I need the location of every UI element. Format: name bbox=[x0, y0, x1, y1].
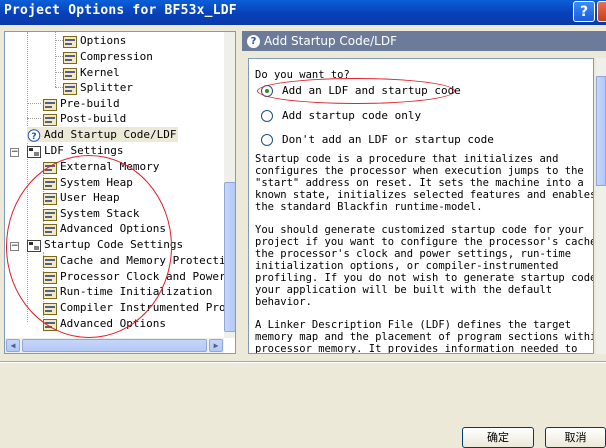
settings-page-icon bbox=[43, 98, 57, 111]
description-panel: Do you want to? Add an LDF and startup c… bbox=[248, 58, 594, 354]
tree-vertical-scrollbar[interactable] bbox=[224, 32, 235, 338]
panel-header: ? Add Startup Code/LDF bbox=[242, 31, 606, 51]
question-label: Do you want to? bbox=[255, 69, 350, 81]
tree-item-splitter[interactable]: Splitter bbox=[63, 80, 133, 95]
para1-line: configures the processor when execution … bbox=[255, 165, 584, 177]
radio-label: Add startup code only bbox=[282, 109, 422, 122]
close-button[interactable] bbox=[597, 1, 606, 22]
scroll-thumb[interactable] bbox=[224, 182, 235, 332]
tree-item-runtime-init[interactable]: Run-time Initialization bbox=[43, 284, 212, 299]
tree-item-external-memory[interactable]: External Memory bbox=[43, 159, 159, 174]
tree-item-kernel[interactable]: Kernel bbox=[63, 65, 120, 80]
settings-page-icon bbox=[43, 255, 57, 268]
settings-page-icon bbox=[43, 286, 57, 299]
tree-item-advanced-options-startup[interactable]: Advanced Options bbox=[43, 316, 166, 331]
radio-dont-add[interactable] bbox=[261, 134, 273, 146]
settings-page-icon bbox=[43, 192, 57, 205]
scroll-right-icon[interactable]: ▶ bbox=[209, 339, 223, 352]
tree-item-post-build[interactable]: Post-build bbox=[43, 111, 126, 126]
settings-page-icon bbox=[43, 302, 57, 315]
scroll-thumb[interactable] bbox=[22, 339, 207, 352]
help-button[interactable]: ? bbox=[573, 1, 595, 22]
help-circle-icon: ? bbox=[247, 35, 260, 48]
settings-page-icon bbox=[43, 271, 57, 284]
tree-item-cache-memory[interactable]: Cache and Memory Protectio bbox=[43, 253, 232, 268]
title-bar: Project Options for BF53x_LDF ? bbox=[0, 0, 606, 25]
para2-line: the processor's clock and power settings… bbox=[255, 248, 572, 260]
tree-item-ldf-settings[interactable]: LDF Settings bbox=[27, 143, 123, 158]
para1-line: known state, initializes selected featur… bbox=[255, 189, 594, 201]
tree-horizontal-scrollbar[interactable]: ◀ ▶ bbox=[5, 338, 224, 353]
para2-line: profiling. If you do not wish to generat… bbox=[255, 272, 594, 284]
settings-page-icon bbox=[43, 223, 57, 236]
collapse-toggle[interactable]: − bbox=[10, 148, 19, 157]
para3-line: A Linker Description File (LDF) defines … bbox=[255, 319, 572, 331]
para2-line: You should generate customized startup c… bbox=[255, 224, 584, 236]
settings-page-icon bbox=[43, 161, 57, 174]
radio-label: Don't add an LDF or startup code bbox=[282, 133, 494, 146]
para1-line: the standard Blackfin runtime-model. bbox=[255, 201, 483, 213]
para2-line: your application will be built with the … bbox=[255, 284, 553, 296]
tree-item-system-stack[interactable]: System Stack bbox=[43, 206, 139, 221]
help-circle-icon: ? bbox=[27, 128, 41, 142]
para2-line: initialization options, or compiler-inst… bbox=[255, 260, 559, 272]
settings-page-icon bbox=[63, 67, 77, 80]
panel-title: Add Startup Code/LDF bbox=[264, 34, 397, 48]
para2-line: behavior. bbox=[255, 296, 312, 308]
tree-item-startup-code-settings[interactable]: Startup Code Settings bbox=[27, 237, 183, 252]
para3-line: processor memory. It provides informatio… bbox=[255, 343, 578, 354]
tree-item-advanced-options-ldf[interactable]: Advanced Options bbox=[43, 221, 166, 236]
window-title: Project Options for BF53x_LDF bbox=[4, 3, 237, 18]
settings-page-icon bbox=[63, 35, 77, 48]
para2-line: project if you want to configure the pro… bbox=[255, 236, 594, 248]
svg-text:?: ? bbox=[31, 132, 36, 142]
tree-item-pre-build[interactable]: Pre-build bbox=[43, 96, 120, 111]
para1-line: Startup code is a procedure that initial… bbox=[255, 153, 559, 165]
settings-folder-icon bbox=[27, 145, 41, 158]
para3-line: memory map and the placement of program … bbox=[255, 331, 594, 343]
settings-page-icon bbox=[43, 177, 57, 190]
tree-item-user-heap[interactable]: User Heap bbox=[43, 190, 120, 205]
para1-line: "start" address on reset. It sets the ma… bbox=[255, 177, 584, 189]
scroll-left-icon[interactable]: ◀ bbox=[6, 339, 20, 352]
tree-item-compiler-profiling[interactable]: Compiler Instrumented Prof bbox=[43, 300, 232, 315]
radio-label: Add an LDF and startup code bbox=[282, 84, 461, 97]
tree-item-add-startup-code[interactable]: ? Add Startup Code/LDF bbox=[27, 127, 179, 142]
tree-item-options[interactable]: Options bbox=[63, 33, 126, 48]
collapse-toggle[interactable]: − bbox=[10, 242, 19, 251]
settings-folder-icon bbox=[27, 239, 41, 252]
ok-button[interactable]: 确定 bbox=[462, 427, 534, 448]
separator bbox=[0, 362, 606, 363]
tree-item-system-heap[interactable]: System Heap bbox=[43, 175, 133, 190]
options-tree: Options Compression Kernel Splitter Pre-… bbox=[4, 31, 236, 354]
scroll-thumb[interactable] bbox=[596, 76, 606, 186]
panel-vertical-scrollbar[interactable] bbox=[596, 58, 606, 354]
radio-startup-only[interactable] bbox=[261, 110, 273, 122]
tree-item-compression[interactable]: Compression bbox=[63, 49, 153, 64]
tree-item-processor-clock[interactable]: Processor Clock and Power S bbox=[43, 269, 235, 284]
settings-page-icon bbox=[63, 82, 77, 95]
settings-page-icon bbox=[63, 51, 77, 64]
cancel-button[interactable]: 取消 bbox=[545, 427, 606, 448]
settings-page-icon bbox=[43, 208, 57, 221]
settings-page-icon bbox=[43, 113, 57, 126]
radio-add-ldf-startup[interactable] bbox=[261, 85, 273, 97]
settings-page-icon bbox=[43, 318, 57, 331]
